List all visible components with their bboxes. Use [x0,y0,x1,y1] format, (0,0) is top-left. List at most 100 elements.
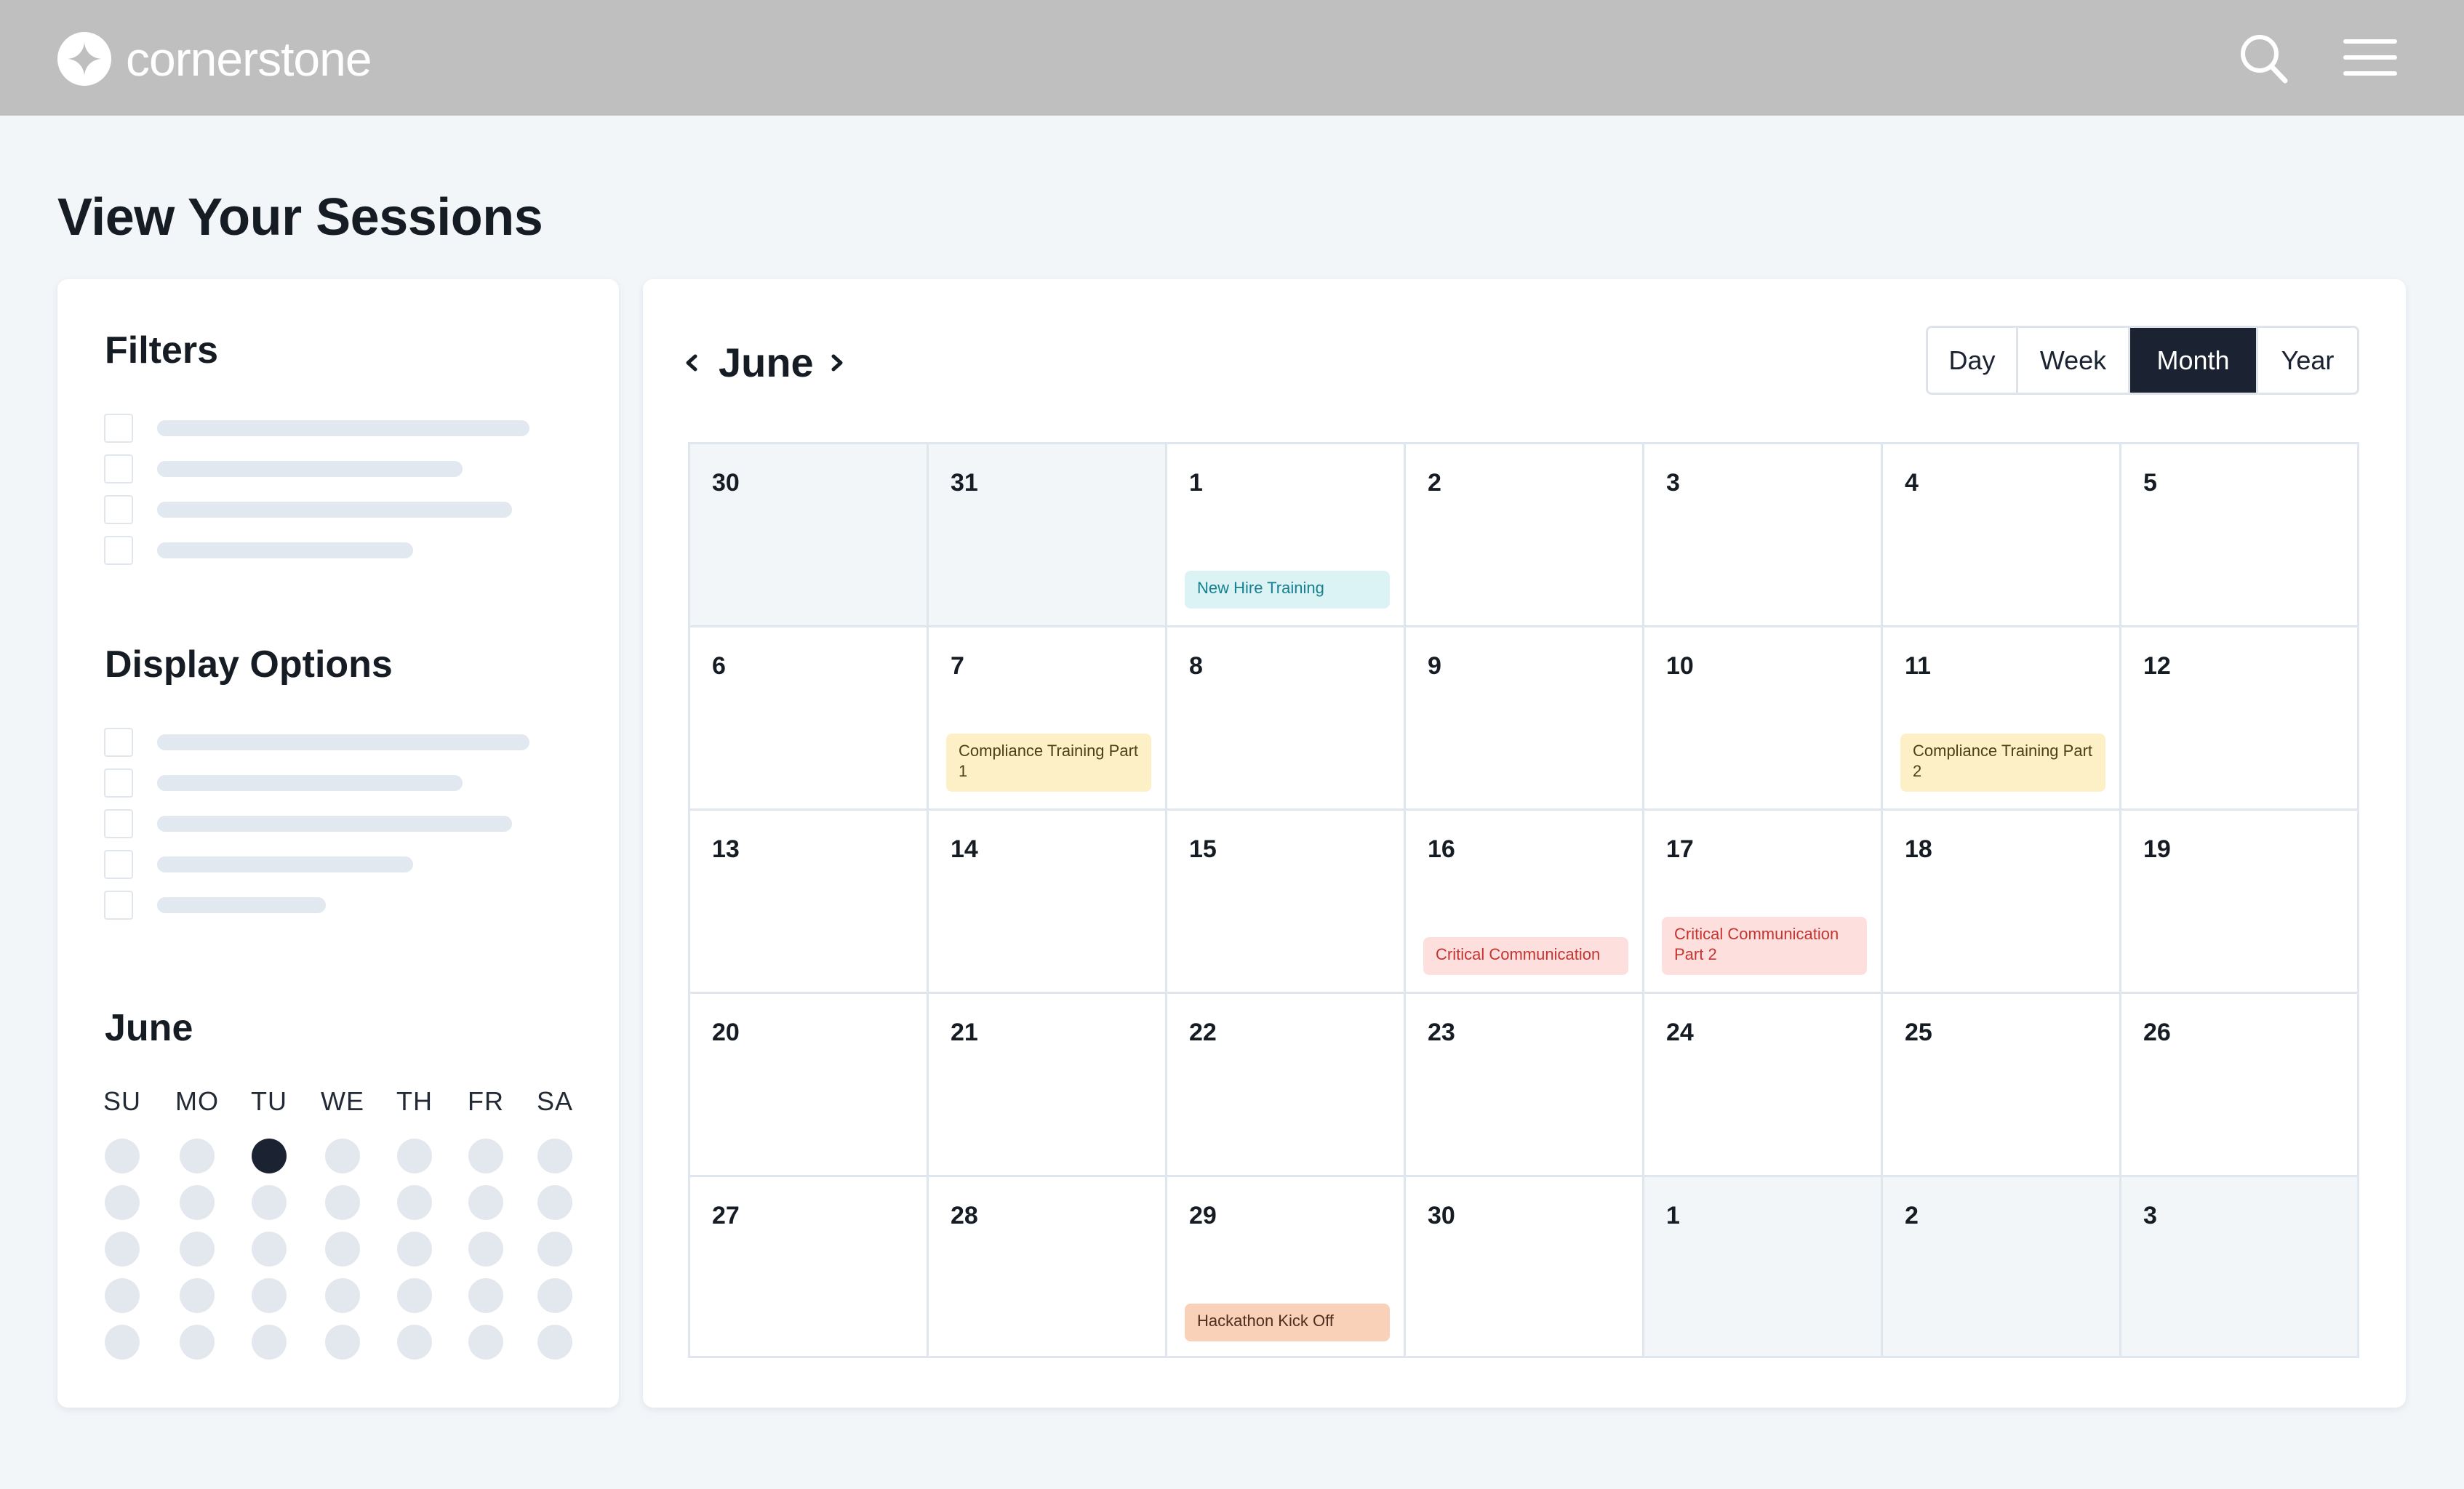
mini-calendar-day[interactable] [537,1185,572,1220]
session-event[interactable]: Critical Communication Part 2 [1662,917,1867,975]
calendar-day-cell[interactable]: 6 [690,627,929,811]
mini-calendar-day[interactable] [537,1232,572,1267]
display-option-checkbox[interactable] [104,809,133,838]
day-number: 30 [712,469,740,497]
mini-calendar-day[interactable] [180,1139,215,1173]
filter-checkbox[interactable] [104,536,133,565]
calendar-day-cell[interactable]: 14 [929,811,1167,994]
mini-calendar-day[interactable] [105,1139,140,1173]
filter-checkbox[interactable] [104,414,133,443]
calendar-day-cell[interactable]: 1 New Hire Training [1167,444,1406,627]
calendar-day-cell[interactable]: 12 [2121,627,2357,811]
mini-calendar-day[interactable] [105,1232,140,1267]
mini-calendar-day[interactable] [468,1278,503,1313]
calendar-day-cell[interactable]: 24 [1644,994,1883,1177]
mini-calendar-day[interactable] [180,1185,215,1220]
mini-calendar-day[interactable] [325,1325,360,1360]
session-event[interactable]: Critical Communication [1423,937,1628,975]
calendar-day-cell[interactable]: 17 Critical Communication Part 2 [1644,811,1883,994]
calendar-day-cell[interactable]: 3 [1644,444,1883,627]
calendar-day-cell[interactable]: 7 Compliance Training Part 1 [929,627,1167,811]
calendar-day-cell[interactable]: 19 [2121,811,2357,994]
mini-calendar-day[interactable] [105,1325,140,1360]
view-month-button[interactable]: Month [2130,328,2258,393]
search-icon[interactable] [2239,33,2289,85]
calendar-day-cell[interactable]: 1 [1644,1177,1883,1356]
calendar-day-cell[interactable]: 13 [690,811,929,994]
calendar-day-cell[interactable]: 9 [1406,627,1644,811]
top-navigation-bar: cornerstone [0,0,2464,116]
day-number: 3 [1666,469,1680,497]
view-year-button[interactable]: Year [2258,328,2357,393]
mini-calendar-day[interactable] [325,1185,360,1220]
mini-calendar-day[interactable] [397,1185,432,1220]
display-option-checkbox[interactable] [104,850,133,879]
mini-calendar-day[interactable] [252,1325,287,1360]
calendar-day-cell[interactable]: 2 [1406,444,1644,627]
prev-month-button[interactable] [678,340,707,384]
day-number: 1 [1666,1202,1680,1229]
view-week-button[interactable]: Week [2018,328,2130,393]
calendar-day-cell[interactable]: 28 [929,1177,1167,1356]
session-event[interactable]: Hackathon Kick Off [1185,1304,1390,1341]
mini-calendar-day[interactable] [468,1325,503,1360]
mini-calendar-day[interactable] [180,1325,215,1360]
day-number: 14 [951,835,978,863]
calendar-day-cell[interactable]: 27 [690,1177,929,1356]
mini-calendar-day[interactable] [252,1278,287,1313]
session-event[interactable]: Compliance Training Part 1 [946,734,1151,792]
mini-calendar-day[interactable] [105,1185,140,1220]
mini-calendar-day[interactable] [325,1278,360,1313]
mini-calendar-day[interactable] [397,1232,432,1267]
calendar-day-cell[interactable]: 25 [1883,994,2121,1177]
day-number: 12 [2143,652,2171,680]
view-day-button[interactable]: Day [1928,328,2018,393]
hamburger-menu-icon[interactable] [2343,38,2397,77]
mini-calendar-day[interactable] [468,1232,503,1267]
mini-calendar-day[interactable] [252,1232,287,1267]
display-option-checkbox[interactable] [104,728,133,757]
calendar-day-cell[interactable]: 31 [929,444,1167,627]
filter-checkbox[interactable] [104,495,133,524]
mini-calendar-day[interactable] [397,1278,432,1313]
mini-calendar-day[interactable] [397,1139,432,1173]
calendar-day-cell[interactable]: 26 [2121,994,2357,1177]
mini-calendar-day[interactable] [537,1325,572,1360]
mini-calendar-day[interactable] [325,1232,360,1267]
calendar-day-cell[interactable]: 8 [1167,627,1406,811]
calendar-day-cell[interactable]: 23 [1406,994,1644,1177]
mini-calendar-day[interactable] [325,1139,360,1173]
calendar-day-cell[interactable]: 11 Compliance Training Part 2 [1883,627,2121,811]
calendar-day-cell[interactable]: 4 [1883,444,2121,627]
calendar-day-cell[interactable]: 10 [1644,627,1883,811]
calendar-day-cell[interactable]: 20 [690,994,929,1177]
mini-calendar-day[interactable] [468,1139,503,1173]
calendar-day-cell[interactable]: 30 [690,444,929,627]
calendar-day-cell[interactable]: 15 [1167,811,1406,994]
calendar-day-cell[interactable]: 21 [929,994,1167,1177]
calendar-day-cell[interactable]: 5 [2121,444,2357,627]
mini-calendar-day[interactable] [180,1232,215,1267]
display-option-checkbox[interactable] [104,768,133,798]
calendar-day-cell[interactable]: 3 [2121,1177,2357,1356]
cornerstone-logo[interactable]: cornerstone [57,32,372,86]
calendar-day-cell[interactable]: 22 [1167,994,1406,1177]
calendar-day-cell[interactable]: 29 Hackathon Kick Off [1167,1177,1406,1356]
mini-calendar-day[interactable] [105,1278,140,1313]
calendar-day-cell[interactable]: 30 [1406,1177,1644,1356]
filter-checkbox[interactable] [104,454,133,483]
mini-calendar-day[interactable] [468,1185,503,1220]
next-month-button[interactable] [822,340,851,384]
mini-calendar-day-selected[interactable] [252,1139,287,1173]
mini-calendar-day[interactable] [537,1278,572,1313]
mini-calendar-day[interactable] [180,1278,215,1313]
calendar-day-cell[interactable]: 2 [1883,1177,2121,1356]
calendar-day-cell[interactable]: 16 Critical Communication [1406,811,1644,994]
session-event[interactable]: New Hire Training [1185,571,1390,609]
calendar-day-cell[interactable]: 18 [1883,811,2121,994]
mini-calendar-day[interactable] [252,1185,287,1220]
session-event[interactable]: Compliance Training Part 2 [1900,734,2105,792]
display-option-checkbox[interactable] [104,891,133,920]
mini-calendar-day[interactable] [397,1325,432,1360]
mini-calendar-day[interactable] [537,1139,572,1173]
